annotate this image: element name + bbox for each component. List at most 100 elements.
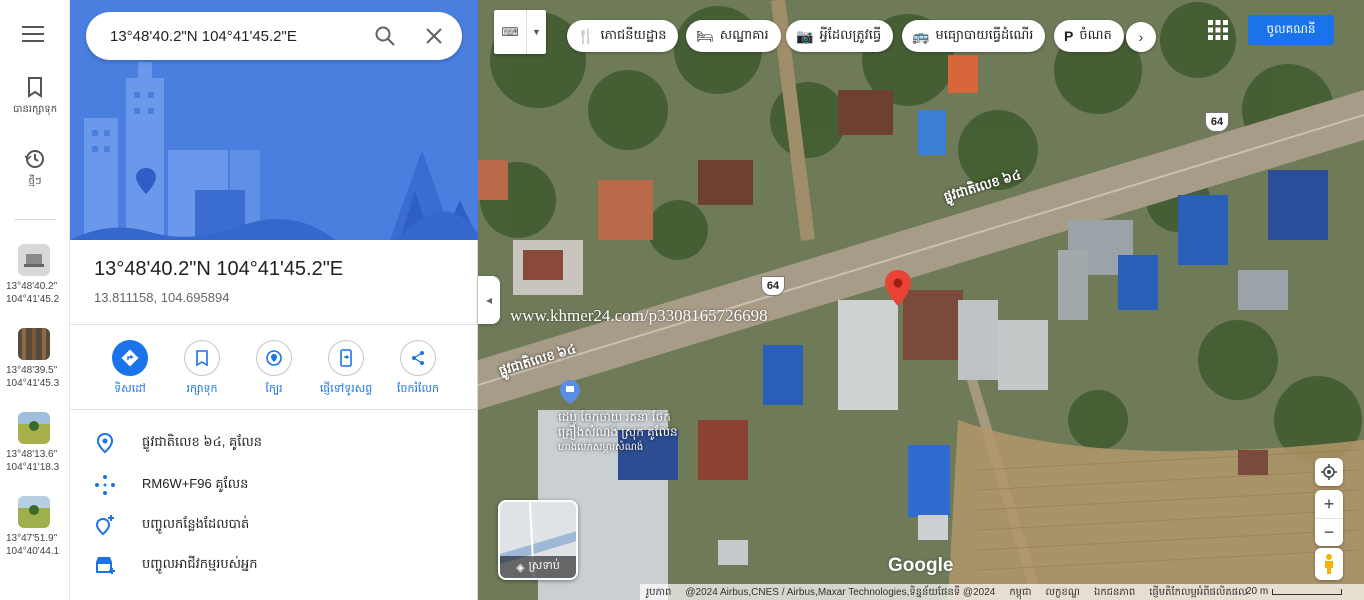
- save-button[interactable]: រក្សាទុក: [166, 340, 238, 398]
- search-input[interactable]: [110, 24, 360, 48]
- recent-thumbnail: [18, 328, 50, 360]
- recent-item[interactable]: 13°48'39.5" 104°41'45.3: [0, 328, 70, 390]
- saved-label: បានរក្សាទុក: [12, 104, 58, 115]
- attribution-link[interactable]: កម្ពុជា: [1009, 585, 1031, 600]
- camera-icon: 📷: [796, 27, 814, 44]
- history-icon: [24, 150, 44, 168]
- add-missing-place-text: បញ្ចូលកន្លែងដែលបាត់: [142, 516, 250, 531]
- chip-label: អ្វីដែលត្រូវធ្វើ: [819, 26, 882, 42]
- share-icon: [412, 351, 424, 365]
- recent-lat: 13°48'13.6": [6, 449, 58, 460]
- bed-icon: 🛏: [696, 27, 714, 44]
- location-pin-icon: [96, 432, 114, 454]
- attribution-link[interactable]: ផ្ញើមតិកែលម្អអំពីផលិតផល: [1149, 585, 1247, 600]
- recent-lat: 13°48'40.2": [6, 281, 58, 292]
- poi-line: ដេប៉ូ ចែកចាយ រតនា ថែក: [558, 410, 671, 424]
- chip-label: មធ្យោបាយធ្វើដំណើរ: [935, 26, 1034, 42]
- chip-transit[interactable]: 🚌 មធ្យោបាយធ្វើដំណើរ: [902, 20, 1046, 52]
- layers-button[interactable]: ◈ ស្រទាប់: [498, 500, 578, 580]
- pegman-icon: [1325, 554, 1333, 574]
- add-business-row[interactable]: បញ្ចូលអាជីវកម្មរបស់អ្នក: [94, 550, 454, 580]
- save-label: រក្សាទុក: [186, 383, 218, 395]
- crosshair-icon: [1321, 464, 1337, 480]
- bus-icon: 🚌: [912, 27, 930, 44]
- recent-item[interactable]: 13°48'40.2" 104°41'45.2: [0, 244, 70, 306]
- add-place-icon: [95, 515, 114, 536]
- divider: [70, 324, 478, 325]
- plus-code-text: RM6W+F96 គូលែន: [142, 476, 249, 491]
- directions-icon: [121, 349, 139, 367]
- zoom-in-button[interactable]: +: [1315, 490, 1343, 518]
- chip-label: ចំណត: [1079, 26, 1112, 42]
- menu-icon[interactable]: [22, 26, 44, 46]
- collapse-panel-button[interactable]: ◂: [478, 276, 500, 324]
- share-label: ចែករំលែក: [397, 383, 439, 395]
- plus-code-row[interactable]: RM6W+F96 គូលែន: [94, 470, 454, 500]
- attribution-link[interactable]: លក្ខខណ្ឌ: [1046, 585, 1080, 600]
- chip-hotels[interactable]: 🛏 សណ្ឋាគារ: [686, 20, 781, 52]
- search-box: [86, 12, 462, 60]
- chevron-down-icon[interactable]: ▼: [526, 10, 546, 54]
- highway-shield: 64: [1205, 112, 1229, 132]
- chip-restaurants[interactable]: 🍴 ភោជនីយដ្ឋាន: [567, 20, 679, 52]
- nearby-button[interactable]: ក្បែរ: [238, 340, 310, 398]
- recent-lng: 104°41'45.3: [6, 378, 60, 389]
- poi-label[interactable]: ដេប៉ូ ចែកចាយ រតនា ថែក គ្រឿងសំណង់ ស្រុក គ…: [558, 410, 678, 455]
- add-missing-place-row[interactable]: បញ្ចូលកន្លែងដែលបាត់: [94, 510, 454, 540]
- send-to-phone-button[interactable]: ផ្ញើទៅទូរសព្ទ: [310, 340, 382, 398]
- chevron-right-icon: ›: [1138, 29, 1144, 45]
- satellite-imagery: [478, 0, 1364, 600]
- search-icon[interactable]: [373, 24, 397, 48]
- zoom-out-button[interactable]: −: [1315, 518, 1343, 546]
- send-to-phone-label: ផ្ញើទៅទូរសព្ទ: [319, 383, 373, 395]
- side-rail: បានរក្សាទុក ថ្មីៗ 13°48'40.2" 104°41'45.…: [0, 0, 70, 600]
- chips-next-button[interactable]: ›: [1126, 22, 1156, 52]
- saved-button[interactable]: បានរក្សាទុក: [0, 76, 70, 117]
- sign-in-button[interactable]: ចូលគណនី: [1248, 15, 1334, 45]
- address-row[interactable]: ផ្លូវជាតិលេខ ៦៤, គូលែន: [94, 428, 454, 458]
- zoom-controls: + −: [1315, 490, 1343, 546]
- attribution-prefix: រូបភាព: [646, 586, 672, 598]
- phone-icon: [340, 349, 352, 367]
- my-location-button[interactable]: [1315, 458, 1343, 486]
- chip-parking[interactable]: P ចំណត: [1054, 20, 1124, 52]
- plus-icon: +: [1323, 493, 1335, 514]
- highway-shield: 64: [761, 276, 785, 296]
- satellite-map[interactable]: ផ្លូវជាតិលេខ ៦៤ ផ្លូវជាតិលេខ ៦៤ 64 64: [478, 0, 1364, 600]
- add-business-text: បញ្ចូលអាជីវកម្មរបស់អ្នក: [142, 556, 258, 571]
- attribution-link[interactable]: ឯកជនភាព: [1094, 585, 1135, 600]
- add-business-icon: [96, 557, 115, 574]
- chip-things-to-do[interactable]: 📷 អ្វីដែលត្រូវធ្វើ: [786, 20, 894, 52]
- recent-thumbnail: [18, 496, 50, 528]
- recent-item[interactable]: 13°47'51.9" 104°40'44.1: [0, 496, 70, 558]
- recent-thumbnail: [18, 244, 50, 276]
- scale-line: [1272, 588, 1343, 595]
- poi-line: គ្រឿងសំណង់ ស្រុក គូលែន: [558, 425, 678, 439]
- divider: [70, 409, 478, 410]
- share-button[interactable]: ចែករំលែក: [382, 340, 454, 398]
- directions-label: ទិសដៅ: [114, 383, 146, 395]
- rail-divider: [14, 219, 56, 220]
- keyboard-icon: ⌨: [501, 25, 519, 39]
- recent-item[interactable]: 13°48'13.6" 104°41'18.3: [0, 412, 70, 474]
- recents-label: ថ្មីៗ: [28, 176, 42, 187]
- scale-label: 20 m: [1246, 586, 1269, 597]
- hero-illustration: [70, 0, 478, 240]
- close-icon[interactable]: [422, 24, 446, 48]
- input-tools-button[interactable]: ⌨ ▼: [494, 10, 546, 54]
- nearby-label: ក្បែរ: [265, 383, 283, 395]
- layers-icon: ◈: [516, 561, 525, 574]
- scale-bar[interactable]: 20 m: [1246, 586, 1343, 597]
- minus-icon: −: [1323, 522, 1335, 542]
- chip-label: ភោជនីយដ្ឋាន: [600, 26, 667, 42]
- plus-code-icon: [95, 475, 115, 495]
- poi-line: ហាងលក់សម្ភារសំណង់: [558, 442, 644, 453]
- apps-grid-icon[interactable]: [1208, 20, 1228, 40]
- street-view-pegman[interactable]: [1315, 548, 1343, 580]
- watermark: www.khmer24.com/p3308165726698: [510, 306, 768, 325]
- address-text: ផ្លូវជាតិលេខ ៦៤, គូលែន: [142, 434, 263, 449]
- chevron-left-icon: ◂: [485, 293, 493, 307]
- nearby-icon: [266, 350, 282, 366]
- directions-button[interactable]: ទិសដៅ: [94, 340, 166, 398]
- recents-button[interactable]: ថ្មីៗ: [0, 148, 70, 189]
